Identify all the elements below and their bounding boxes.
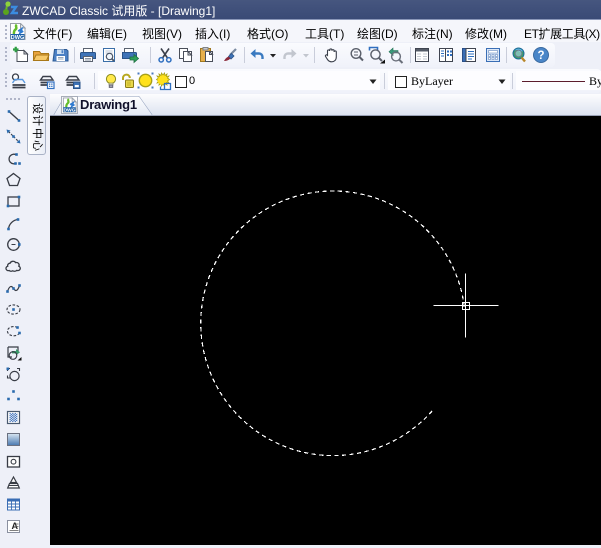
svg-text:DWG: DWG xyxy=(63,107,75,113)
svg-text:?: ? xyxy=(537,50,544,62)
svg-text:DWG: DWG xyxy=(11,35,25,40)
svg-text:A: A xyxy=(12,521,19,531)
